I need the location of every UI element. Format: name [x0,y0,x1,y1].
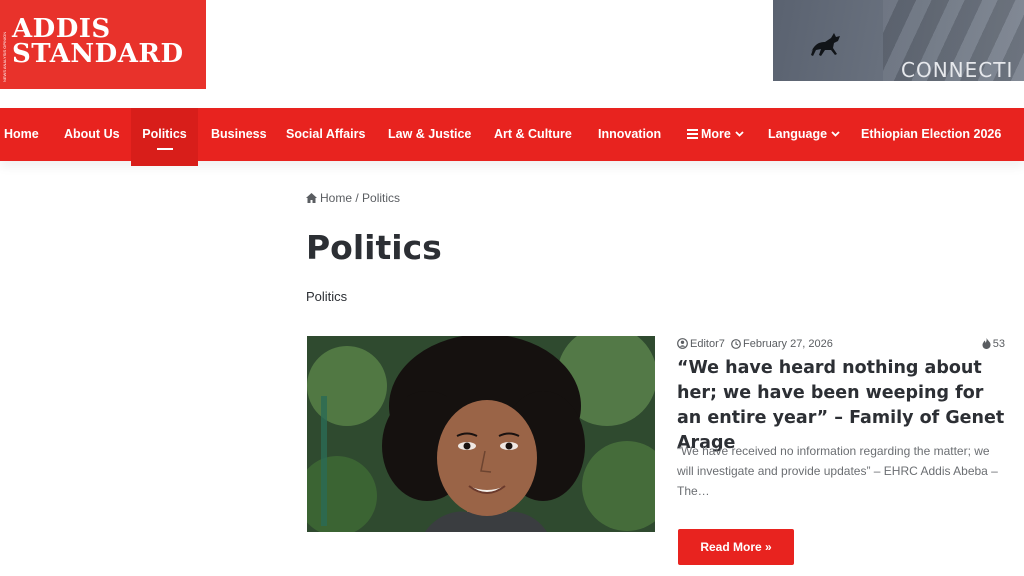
post-author[interactable]: Editor7 [677,338,725,350]
nav-item-business[interactable]: Business [211,108,267,161]
post-author-name: Editor7 [690,338,725,350]
post-meta: Editor7 February 27, 2026 53 [677,338,1005,354]
page-description: Politics [306,289,348,304]
post-views-count: 53 [992,338,1005,350]
breadcrumb-separator: / [355,191,359,205]
site-logo[interactable]: NEWS ANALYSIS OPINION ADDIS STANDARD [0,0,206,89]
breadcrumb-home-link[interactable]: Home [320,191,352,205]
breadcrumb: Home / Politics [306,191,400,205]
post-date: February 27, 2026 [731,338,833,350]
ad-banner[interactable]: CONNECTI [773,0,1024,81]
nav-item-language-label: Language [768,127,828,141]
logo-line-2: STANDARD [12,39,184,69]
nav-item-language[interactable]: Language [768,108,840,161]
nav-item-more-label: More [701,127,731,141]
clock-icon [731,339,741,349]
nav-item-law-justice[interactable]: Law & Justice [388,108,471,161]
page-title: Politics [306,228,442,267]
horse-icon [811,33,840,56]
post-thumbnail[interactable] [307,336,655,532]
nav-item-about-us[interactable]: About Us [64,108,120,161]
nav-item-home[interactable]: Home [4,108,39,161]
chevron-down-icon [735,131,744,137]
post-excerpt: “We have received no information regardi… [677,444,998,498]
nav-item-more[interactable]: More [687,108,744,161]
nav-item-innovation[interactable]: Innovation [598,108,661,161]
nav-item-ethiopian-election-2026[interactable]: Ethiopian Election 2026 [861,108,1001,161]
fire-icon [982,338,991,349]
user-icon [677,338,688,349]
post-thumbnail-image [307,336,655,532]
post-views: 53 [982,338,1005,350]
nav-item-art-culture[interactable]: Art & Culture [494,108,572,161]
chevron-down-icon [831,131,840,137]
home-icon [306,193,317,203]
post-date-text: February 27, 2026 [743,338,833,350]
nav-item-politics[interactable]: Politics [131,108,198,166]
read-more-button[interactable]: Read More » [678,529,794,565]
breadcrumb-current: Politics [362,191,401,205]
nav-item-social-affairs[interactable]: Social Affairs [286,108,365,161]
main-navigation: Home About Us Politics Business Social A… [0,108,1024,166]
logo-tagline: NEWS ANALYSIS OPINION [2,31,7,82]
ad-text: CONNECTI [901,58,1014,81]
menu-icon [687,129,698,139]
